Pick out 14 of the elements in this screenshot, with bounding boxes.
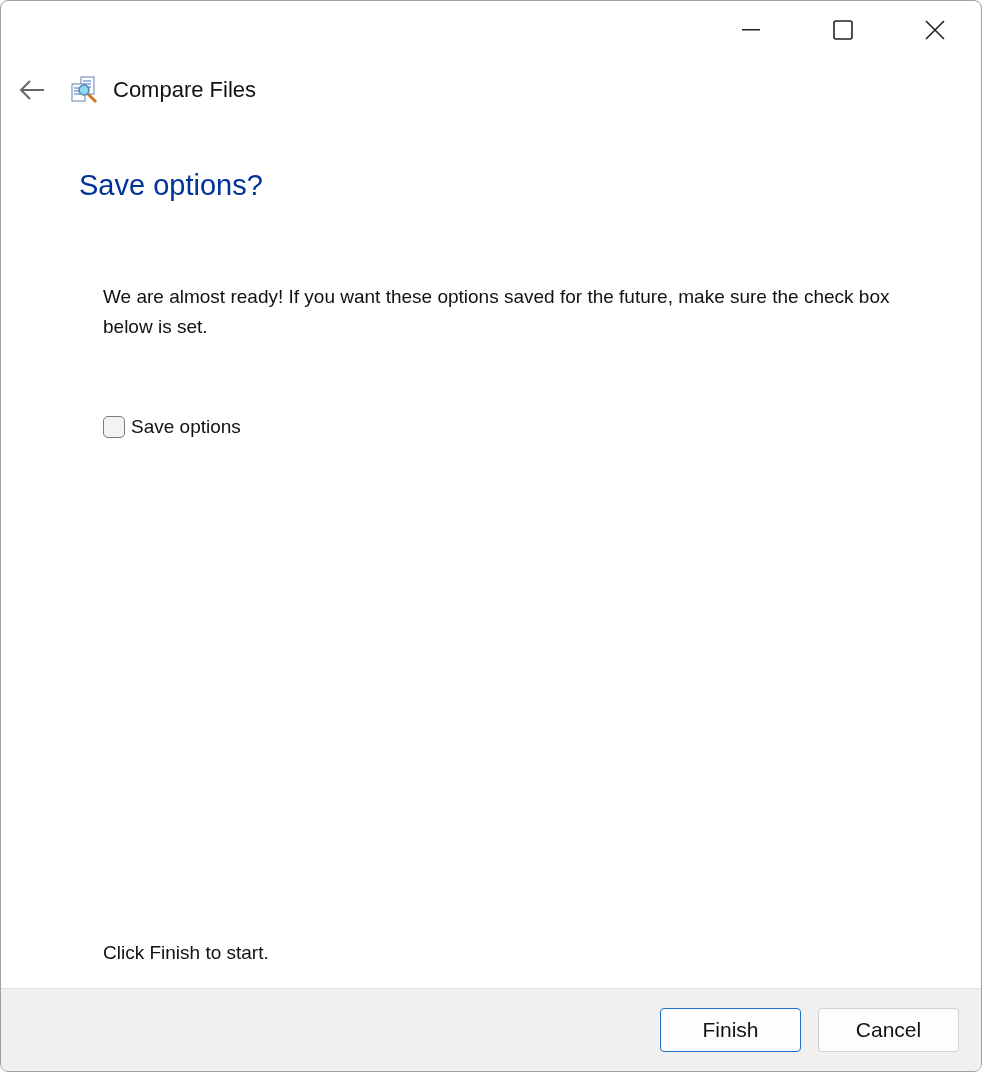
instruction-text: Click Finish to start. xyxy=(103,942,270,964)
close-icon xyxy=(925,20,945,40)
back-arrow-icon xyxy=(19,80,45,100)
page-heading: Save options? xyxy=(79,169,264,202)
checkbox[interactable] xyxy=(103,416,125,438)
maximize-icon xyxy=(833,20,853,40)
description-text: We are almost ready! If you want these options saved for the future, make sure the check box below is set. xyxy=(103,285,891,339)
window-title: Compare Files xyxy=(113,77,257,103)
minimize-icon xyxy=(742,29,760,31)
document-magnifier-icon xyxy=(69,75,99,105)
checkbox-label: Save options xyxy=(131,416,241,438)
dialog-button[interactable]: Cancel xyxy=(818,1008,959,1052)
save-options-checkbox[interactable]: Save options xyxy=(103,416,921,438)
dialog-button[interactable]: Finish xyxy=(660,1008,801,1052)
